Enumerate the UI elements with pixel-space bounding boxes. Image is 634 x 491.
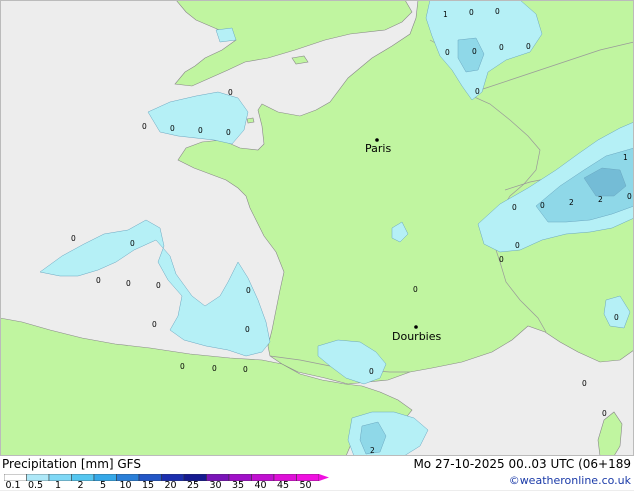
point-value: 1: [623, 153, 628, 162]
map-canvas: Paris Dourbies 1 0 0 0 0 0 0 0 0 0 0 0 0…: [0, 0, 634, 456]
scale-tick-label: 20: [164, 480, 177, 491]
point-value: 0: [499, 43, 504, 52]
scale-tick-label: 2: [77, 480, 84, 491]
scale-tick-label: 25: [186, 480, 200, 491]
scale-tick-label: 30: [209, 480, 222, 491]
legend-footer: Precipitation [mm] GFS Mo 27-10-2025 00.…: [0, 456, 634, 491]
point-value: 0: [413, 285, 418, 294]
point-value: 0: [469, 8, 474, 17]
valid-time: Mo 27-10-2025 00..03 UTC (06+189: [413, 457, 631, 471]
scale-tick-label: 50: [299, 480, 312, 491]
city-label-dourbies: Dourbies: [392, 330, 442, 343]
scale-tick-label: 5: [99, 480, 107, 491]
point-value: 2: [569, 198, 574, 207]
land-jersey: [246, 117, 255, 124]
scale-tick-label: 40: [254, 480, 267, 491]
point-value: 0: [142, 122, 147, 131]
point-value: 2: [598, 195, 603, 204]
credit-link[interactable]: ©weatheronline.co.uk: [509, 474, 631, 487]
point-value: 0: [445, 48, 450, 57]
point-value: 0: [212, 364, 217, 373]
point-value: 0: [170, 124, 175, 133]
point-value: 0: [499, 255, 504, 264]
point-value: 0: [156, 281, 161, 290]
point-value: 0: [495, 7, 500, 16]
point-value: 0: [245, 325, 250, 334]
point-value: 0: [472, 47, 477, 56]
point-value: 0: [614, 313, 619, 322]
point-value: 0: [627, 192, 632, 201]
point-value: 0: [126, 279, 131, 288]
scale-tick-label: 15: [141, 480, 155, 491]
city-label-paris: Paris: [365, 142, 391, 155]
weather-map: Paris Dourbies 1 0 0 0 0 0 0 0 0 0 0 0 0…: [0, 0, 634, 491]
point-value: 0: [152, 320, 157, 329]
point-value: 0: [475, 87, 480, 96]
point-value: 0: [526, 42, 531, 51]
point-value: 0: [198, 126, 203, 135]
point-value: 0: [515, 241, 520, 250]
point-value: 0: [582, 379, 587, 388]
point-value: 0: [602, 409, 607, 418]
point-value: 0: [228, 88, 233, 97]
scale-tick-label: 10: [119, 480, 132, 491]
legend-title: Precipitation [mm] GFS: [2, 457, 141, 471]
point-value: 0: [180, 362, 185, 371]
point-value: 2: [370, 446, 375, 455]
point-value: 0: [512, 203, 517, 212]
point-value: 0: [246, 286, 251, 295]
point-value: 0: [243, 365, 248, 374]
scale-tick-label: 35: [231, 480, 245, 491]
point-value: 1: [443, 10, 448, 19]
scale-tick-label: 1: [54, 480, 62, 491]
scale-tick-label: 0.1: [5, 480, 21, 491]
city-dot-dourbies: [414, 325, 418, 329]
point-value: 0: [71, 234, 76, 243]
point-value: 0: [369, 367, 374, 376]
point-value: 0: [226, 128, 231, 137]
point-value: 0: [130, 239, 135, 248]
point-value: 0: [540, 201, 545, 210]
scale-tick-label: 0.5: [27, 480, 44, 491]
scale-tick-label: 45: [276, 480, 290, 491]
scale-ticks: 0.1 0.5 1 2 5 10 15 20 25 30 35 40 45 50: [0, 480, 330, 491]
point-value: 0: [96, 276, 101, 285]
